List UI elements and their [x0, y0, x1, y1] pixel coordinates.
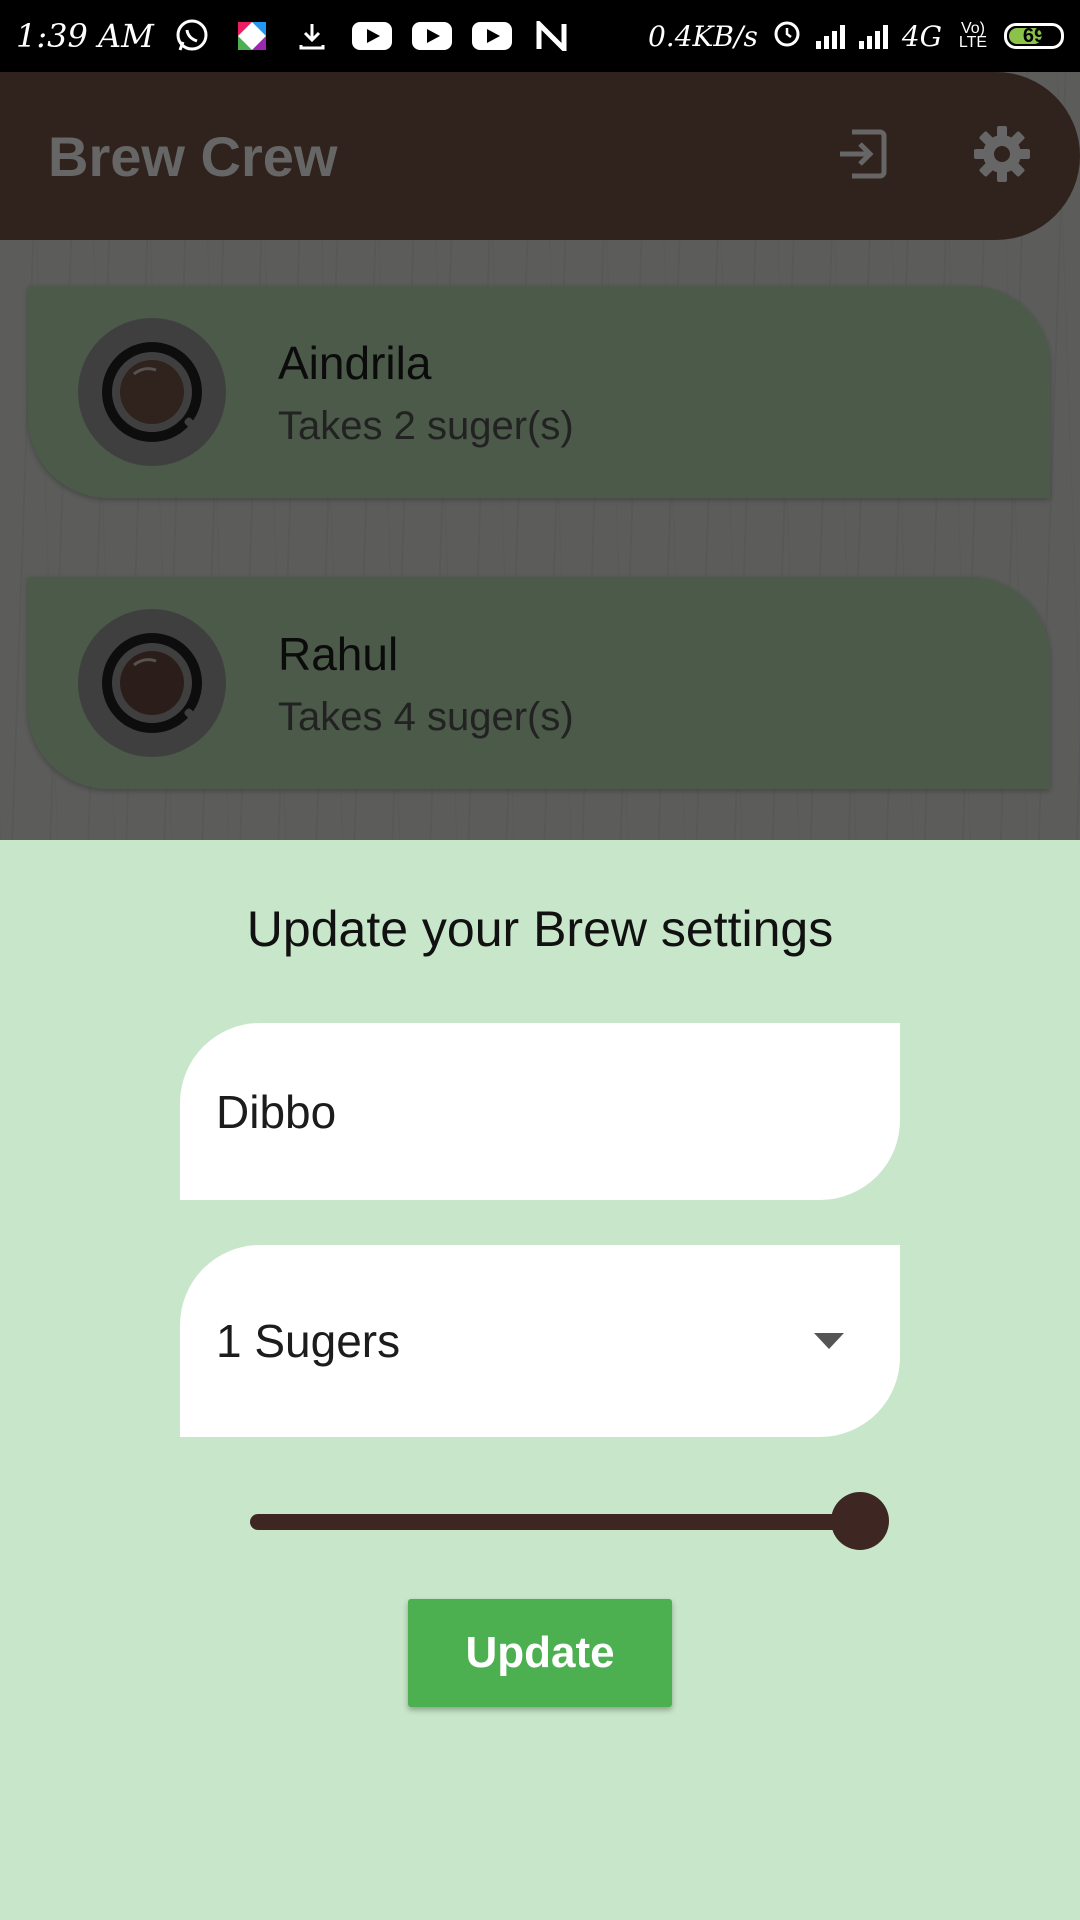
brew-name: Aindrila — [278, 336, 432, 389]
status-bar: 1:39 AM 0.4KB/s 4G Vo) LTE 69 — [0, 0, 1080, 72]
signal-icon — [815, 23, 845, 49]
app-icon — [232, 21, 272, 51]
settings-button[interactable] — [972, 124, 1032, 189]
sheet-title: Update your Brew settings — [246, 901, 834, 957]
status-time: 1:39 AM — [16, 17, 154, 55]
alarm-icon — [772, 18, 802, 55]
battery-level: 69 — [1022, 24, 1046, 47]
list-item[interactable]: Aindrila Takes 2 suger(s) — [28, 286, 1050, 498]
volte-badge: Vo) LTE — [958, 20, 988, 51]
name-field[interactable]: Dibbo — [180, 1023, 900, 1200]
youtube-icon — [411, 21, 452, 51]
notification-icons — [172, 19, 572, 51]
net-speed: 0.4KB/s — [647, 19, 758, 53]
dropdown-arrow-icon — [814, 1333, 844, 1349]
name-value: Dibbo — [216, 1085, 337, 1138]
download-icon — [292, 21, 332, 51]
coffee-cup-icon — [78, 609, 226, 757]
signal-icon — [858, 23, 888, 49]
logout-icon — [840, 129, 887, 178]
app-title: Brew Crew — [48, 124, 338, 188]
strength-slider[interactable] — [250, 1492, 889, 1550]
gear-icon — [974, 125, 1030, 182]
settings-bottom-sheet: Update your Brew settings Dibbo 1 Sugers… — [0, 840, 1080, 1920]
n-icon — [532, 21, 572, 51]
sugar-dropdown[interactable]: 1 Sugers — [180, 1245, 900, 1437]
slider-thumb[interactable] — [831, 1492, 889, 1550]
network-type: 4G — [901, 19, 942, 53]
brew-name: Rahul — [278, 627, 399, 680]
battery-icon: 69 — [1004, 23, 1064, 49]
brew-sugar: Takes 2 suger(s) — [278, 403, 574, 448]
brew-list-screen: Brew Crew Aindrila Takes 2 suger(s) Rahu… — [0, 72, 1080, 840]
list-item[interactable]: Rahul Takes 4 suger(s) — [28, 577, 1050, 789]
app-bar: Brew Crew — [0, 72, 1080, 240]
update-button[interactable]: Update — [408, 1599, 672, 1707]
whatsapp-icon — [172, 19, 212, 51]
youtube-icon — [351, 21, 392, 51]
logout-button[interactable] — [832, 124, 892, 189]
coffee-cup-icon — [78, 318, 226, 466]
youtube-icon — [471, 21, 512, 51]
brew-sugar: Takes 4 suger(s) — [278, 694, 574, 739]
status-right: 0.4KB/s 4G Vo) LTE 69 — [648, 18, 1064, 55]
sugar-selected: 1 Sugers — [216, 1315, 401, 1367]
slider-track — [250, 1514, 860, 1530]
